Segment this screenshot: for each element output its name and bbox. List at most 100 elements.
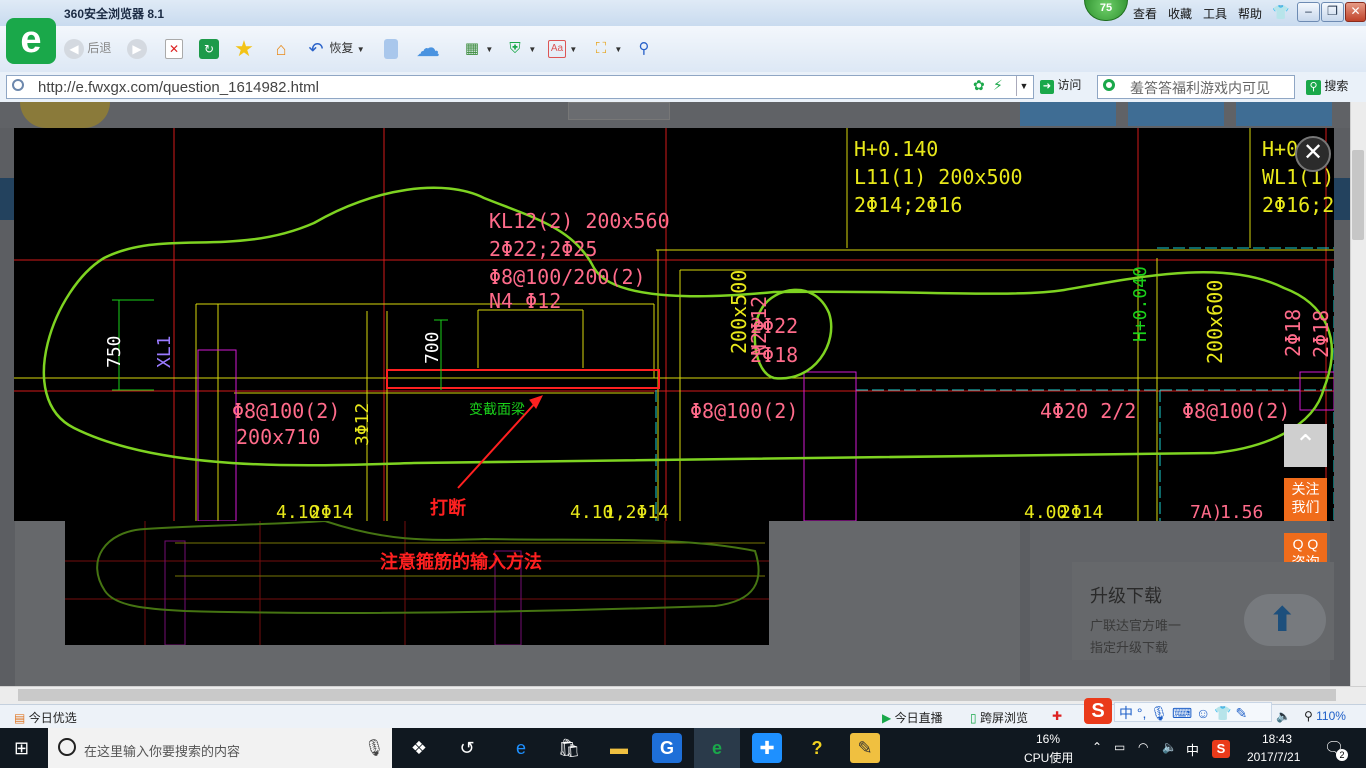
cad-label-kl12b: 2Φ22;2Φ25: [489, 237, 597, 261]
follow-us-button[interactable]: 关注 我们: [1284, 478, 1327, 521]
microphone-icon[interactable]: 🎙: [364, 738, 384, 758]
undo-icon: ↶: [308, 38, 324, 59]
cross-screen-label: 跨屏浏览: [979, 711, 1028, 725]
browser-logo-icon[interactable]: e: [6, 18, 56, 64]
zoom-control[interactable]: ⚲ 110%: [1304, 709, 1346, 723]
sogou-tray-icon[interactable]: S: [1212, 740, 1230, 758]
task-view-icon[interactable]: ❖: [404, 733, 434, 763]
menu-tools[interactable]: 工具: [1203, 5, 1227, 22]
notes-app-icon[interactable]: ✎: [850, 733, 880, 763]
windows-start-icon[interactable]: ⊞: [14, 739, 29, 757]
apps-button[interactable]: ▦ ▼: [462, 36, 493, 60]
screenshot-button[interactable]: ⛶ ▼: [591, 36, 623, 60]
window-title: 360安全浏览器 8.1: [64, 7, 165, 21]
ime-toolbar[interactable]: 中 °, 🎙 ⌨ ☺ 👕 ✎: [1114, 702, 1272, 722]
menu-view[interactable]: 查看: [1133, 5, 1157, 22]
chevron-down-icon[interactable]: ▼: [1016, 76, 1031, 96]
shield-button[interactable]: ⛨ ▼: [505, 36, 536, 60]
close-overlay-button[interactable]: ✕: [1295, 136, 1331, 172]
sogou-ime-icon[interactable]: S: [1084, 698, 1112, 724]
chevron-down-icon: ▼: [356, 45, 365, 54]
browser-360-icon[interactable]: e: [702, 733, 732, 763]
cad-label-dim700: 700: [422, 331, 443, 364]
search-button[interactable]: ⚲ 搜索: [1306, 77, 1348, 95]
help-app-icon[interactable]: ?: [802, 733, 832, 763]
cortana-icon[interactable]: [58, 738, 76, 756]
skin-icon[interactable]: 👕: [1272, 4, 1289, 21]
chevron-down-icon: ▼: [569, 45, 578, 54]
cad-label-st1: Φ8@100(2): [232, 399, 340, 423]
back-button[interactable]: ◀ 后退: [64, 36, 111, 60]
live-link[interactable]: ▶ 今日直播: [882, 709, 943, 726]
volume-icon[interactable]: 🔈: [1162, 740, 1177, 754]
annotation-stirrup: 注意箍筋的输入方法: [380, 551, 542, 573]
search-engine-icon[interactable]: [1103, 79, 1115, 91]
menu-help[interactable]: 帮助: [1238, 5, 1262, 22]
chevron-up-icon[interactable]: ⌃: [1092, 740, 1102, 754]
cad-label-st2: Φ8@100(2): [690, 399, 798, 423]
upgrade-line2: 指定升级下载: [1090, 640, 1169, 655]
stop-button[interactable]: ✕: [165, 36, 183, 60]
search-label: 搜索: [1324, 79, 1349, 93]
cad-label-btm2: 2Φ14: [310, 502, 353, 521]
battery-icon[interactable]: ▭: [1114, 740, 1125, 754]
store-icon[interactable]: 🛍: [554, 733, 584, 763]
home-icon: ⌂: [275, 38, 287, 59]
chevron-down-icon: ▼: [528, 45, 537, 54]
cad-label-st3: Φ8@100(2): [1182, 399, 1290, 423]
cad-thumbnail-image[interactable]: 注意箍筋的输入方法: [65, 521, 769, 645]
menu-favorites[interactable]: 收藏: [1168, 5, 1192, 22]
url-text[interactable]: http://e.fwxgx.com/question_1614982.html: [38, 79, 319, 96]
go-label: 访问: [1057, 78, 1082, 92]
close-button[interactable]: ✕: [1345, 2, 1366, 22]
horizontal-scroll-thumb[interactable]: [18, 689, 1336, 701]
live-label: 今日直播: [894, 711, 943, 725]
search-text[interactable]: 羞答答福利游戏内可见: [1130, 78, 1270, 98]
favorite-button[interactable]: ★: [234, 36, 254, 60]
cad-label-h1: H+0.140: [854, 137, 938, 161]
wifi-icon[interactable]: ◠: [1138, 740, 1148, 754]
back-to-top-button[interactable]: ⌃: [1284, 424, 1327, 467]
phone-button[interactable]: [384, 36, 398, 60]
zoom-button[interactable]: ⚲: [634, 36, 654, 60]
today-picks-link[interactable]: ▤ 今日优选: [14, 709, 77, 726]
edge-browser-icon[interactable]: e: [506, 733, 536, 763]
cpu-usage[interactable]: 16%: [1036, 732, 1060, 746]
remote-app-icon[interactable]: ✚: [752, 733, 782, 763]
cad-label-bar4: 4Φ20 2/2: [1040, 399, 1136, 423]
lightning-icon[interactable]: ⚡: [993, 77, 1003, 94]
cad-label-r2: 2Φ18: [1309, 310, 1333, 358]
app-spiral-icon[interactable]: ↺: [452, 733, 482, 763]
vertical-scroll-thumb[interactable]: [1352, 150, 1364, 240]
cad-drawing-image[interactable]: H+0.140 L11(1) 200x500 2Φ14;2Φ16 H+0 WL1…: [14, 128, 1334, 521]
shield-icon: ⛨: [509, 39, 521, 57]
minimize-button[interactable]: –: [1297, 2, 1320, 22]
cloud-button[interactable]: ☁: [416, 36, 440, 60]
arrow-up-icon: ⬆: [1268, 601, 1297, 639]
cad-label-h2: H+0: [1262, 137, 1298, 161]
translate-button[interactable]: Aa ▼: [548, 36, 577, 60]
clock-time[interactable]: 18:43: [1262, 732, 1292, 746]
annotation-break: 打断: [430, 497, 466, 519]
cad-label-l11b: 2Φ14;2Φ16: [854, 193, 962, 217]
restore-label: 恢复: [329, 41, 354, 55]
home-button[interactable]: ⌂: [271, 36, 291, 60]
upgrade-title: 升级下载: [1090, 586, 1162, 606]
medical-icon[interactable]: ✚: [1052, 709, 1062, 723]
maximize-button[interactable]: ❐: [1321, 2, 1344, 22]
clock-date[interactable]: 2017/7/21: [1247, 750, 1300, 764]
file-explorer-icon[interactable]: ▬: [604, 733, 634, 763]
ime-indicator[interactable]: 中: [1186, 740, 1199, 759]
forward-button[interactable]: ▶: [127, 36, 147, 60]
cad-label-l11: L11(1) 200x500: [854, 165, 1023, 189]
refresh-button[interactable]: ↻: [199, 36, 219, 60]
taskbar-search-placeholder[interactable]: 在这里输入你要搜索的内容: [84, 741, 240, 760]
cad-label-btm7: 7A): [1190, 502, 1223, 521]
refresh-icon: ↻: [199, 38, 219, 59]
speaker-icon[interactable]: 🔈: [1276, 709, 1291, 723]
upgrade-line1: 广联达官方唯一: [1090, 618, 1182, 633]
restore-button[interactable]: ↶ 恢复 ▼: [306, 36, 365, 60]
go-button[interactable]: ➜ 访问: [1040, 76, 1081, 94]
app-g-icon[interactable]: G: [652, 733, 682, 763]
cross-screen-link[interactable]: ▯ 跨屏浏览: [970, 709, 1028, 726]
